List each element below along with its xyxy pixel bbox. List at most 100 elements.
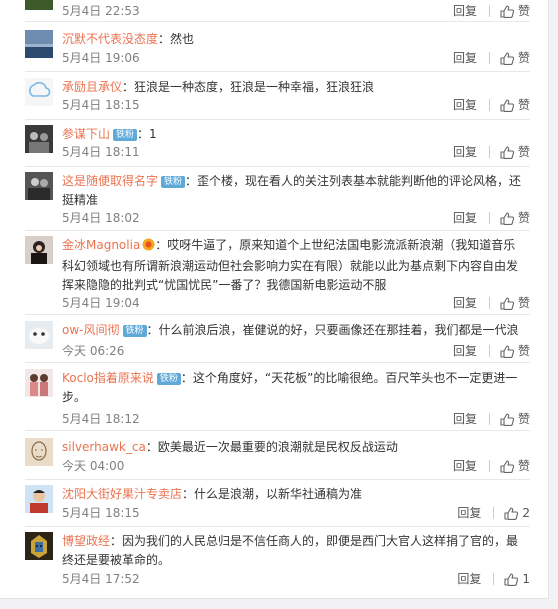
thumbs-up-icon [500, 412, 514, 426]
divider [488, 297, 490, 309]
reply-button[interactable]: 回复 [453, 412, 477, 426]
username-link[interactable]: silverhawk_ca [62, 440, 146, 454]
reply-button[interactable]: 回复 [457, 572, 481, 586]
username-link[interactable]: 金冰Magnolia [62, 238, 140, 252]
divider [488, 99, 490, 111]
comment-item: ow-风间彻 铁粉 ：什么前浪后浪，崔健说的好，只要画像还在那挂着，我们都是一代浪 … [25, 321, 530, 363]
like-label: 赞 [517, 412, 530, 426]
like-button[interactable]: 1 [504, 572, 530, 586]
reply-button[interactable]: 回复 [457, 506, 481, 520]
divider [488, 146, 490, 158]
avatar[interactable] [25, 125, 53, 153]
avatar[interactable] [25, 172, 53, 200]
avatar[interactable] [25, 485, 53, 513]
username-link[interactable]: 博望政经 [62, 534, 110, 548]
like-button[interactable]: 赞 [500, 4, 530, 18]
like-button[interactable]: 赞 [500, 211, 530, 225]
like-label: 赞 [517, 459, 530, 473]
reply-button[interactable]: 回复 [453, 51, 477, 65]
comment-body: 沉默不代表没态度：然也 [62, 30, 524, 49]
comment-body: silverhawk_ca：欧美最近一次最重要的浪潮就是民权反战运动 [62, 438, 524, 457]
thumbs-up-icon [500, 459, 514, 473]
like-label: 赞 [517, 145, 530, 159]
reply-button[interactable]: 回复 [453, 459, 477, 473]
comment-body: 金冰Magnolia ：哎呀牛逼了，原来知道个上世纪法国电影流派新浪潮（我知道音乐… [62, 236, 524, 295]
like-label: 赞 [517, 211, 530, 225]
avatar[interactable] [25, 0, 53, 10]
comment-item: 承励且承仪：狂浪是一种态度，狂浪是一种幸福，狂浪狂浪 5月4日 18:15 回复… [25, 78, 530, 120]
thumbs-up-icon [500, 51, 514, 65]
comment-time: 5月4日 18:12 [62, 412, 140, 426]
comment-actions: 回复 1 [457, 572, 530, 586]
divider [488, 460, 490, 472]
avatar[interactable] [25, 78, 53, 106]
avatar[interactable] [25, 321, 53, 349]
reply-button[interactable]: 回复 [453, 296, 477, 310]
thumbs-up-icon [500, 145, 514, 159]
thumbs-up-icon [504, 506, 519, 520]
comment-item: Koclo指着原来说 铁粉 ：这个角度好，“天花板”的比喻很绝。百尺竿头也不一定更进… [25, 369, 530, 431]
comment-actions: 回复 赞 [453, 211, 530, 225]
comment-time: 5月4日 22:53 [62, 4, 140, 18]
like-count: 1 [522, 572, 530, 586]
like-button[interactable]: 赞 [500, 98, 530, 112]
like-button[interactable]: 2 [504, 506, 530, 520]
divider [488, 212, 490, 224]
username-link[interactable]: 承励且承仪 [62, 80, 122, 94]
comment-time: 5月4日 18:11 [62, 145, 140, 159]
thumbs-up-icon [500, 98, 514, 112]
like-button[interactable]: 赞 [500, 51, 530, 65]
comment-actions: 回复 赞 [453, 145, 530, 159]
like-button[interactable]: 赞 [500, 296, 530, 310]
avatar[interactable] [25, 369, 53, 397]
comment-time: 5月4日 17:52 [62, 572, 140, 586]
comment-actions: 回复 赞 [453, 4, 530, 18]
comment-actions: 回复 赞 [453, 459, 530, 473]
comment-body: Koclo指着原来说 铁粉 ：这个角度好，“天花板”的比喻很绝。百尺竿头也不一定更进… [62, 369, 524, 407]
comment-time: 今天 06:26 [62, 344, 125, 358]
comment-body: 沈阳大街好果汁专卖店：什么是浪潮，以新华社通稿为准 [62, 485, 524, 504]
avatar[interactable] [25, 236, 53, 264]
like-button[interactable]: 赞 [500, 412, 530, 426]
username-link[interactable]: 这是随便取得名字 [62, 174, 158, 188]
like-label: 赞 [517, 344, 530, 358]
reply-button[interactable]: 回复 [453, 4, 477, 18]
comment-item: 金冰Magnolia ：哎呀牛逼了，原来知道个上世纪法国电影流派新浪潮（我知道音乐… [25, 236, 530, 315]
thumbs-up-icon [500, 296, 514, 310]
username-link[interactable]: 沈阳大街好果汁专卖店 [62, 487, 182, 501]
like-button[interactable]: 赞 [500, 145, 530, 159]
comment-actions: 回复 2 [457, 506, 530, 520]
thumbs-up-icon [500, 344, 514, 358]
thumbs-up-icon [500, 4, 514, 18]
avatar[interactable] [25, 30, 53, 58]
fan-badge: 铁粉 [122, 325, 147, 337]
like-label: 赞 [517, 51, 530, 65]
reply-button[interactable]: 回复 [453, 98, 477, 112]
comment-text: ：因为我们的人民总归是不信任商人的，即便是西门大官人这样捐了官的，最终还是要被革… [62, 534, 519, 567]
divider [493, 573, 495, 585]
comment-text: ：什么前浪后浪，崔健说的好，只要画像还在那挂着，我们都是一代浪 [146, 323, 519, 337]
comment-text: ：狂浪是一种态度，狂浪是一种幸福，狂浪狂浪 [122, 80, 375, 94]
like-button[interactable]: 赞 [500, 459, 530, 473]
username-link[interactable]: Koclo指着原来说 [62, 371, 154, 385]
username-link[interactable]: 沉默不代表没态度 [62, 32, 158, 46]
like-label: 赞 [517, 98, 530, 112]
divider [493, 507, 495, 519]
username-link[interactable]: ow-风间彻 [62, 323, 120, 337]
comment-text: ：什么是浪潮，以新华社通稿为准 [182, 487, 363, 501]
comment-actions: 回复 赞 [453, 51, 530, 65]
reply-button[interactable]: 回复 [453, 344, 477, 358]
fan-badge: 铁粉 [161, 176, 186, 188]
comment-text: ：欧美最近一次最重要的浪潮就是民权反战运动 [145, 440, 398, 454]
comment-actions: 回复 赞 [453, 296, 530, 310]
reply-button[interactable]: 回复 [453, 145, 477, 159]
username-link[interactable]: 参谋下山 [62, 127, 110, 141]
comment-body: 这是随便取得名字 铁粉 ：歪个楼，现在看人的关注列表基本就能判断他的评论风格，还挺精… [62, 172, 524, 210]
like-button[interactable]: 赞 [500, 344, 530, 358]
comment-item: silverhawk_ca：欧美最近一次最重要的浪潮就是民权反战运动 今天 04… [25, 438, 530, 480]
comment-item: 沉默不代表没态度：然也 5月4日 19:06 回复 赞 [25, 30, 530, 72]
comment-time: 5月4日 18:02 [62, 211, 140, 225]
avatar[interactable] [25, 438, 53, 466]
avatar[interactable] [25, 532, 53, 560]
reply-button[interactable]: 回复 [453, 211, 477, 225]
